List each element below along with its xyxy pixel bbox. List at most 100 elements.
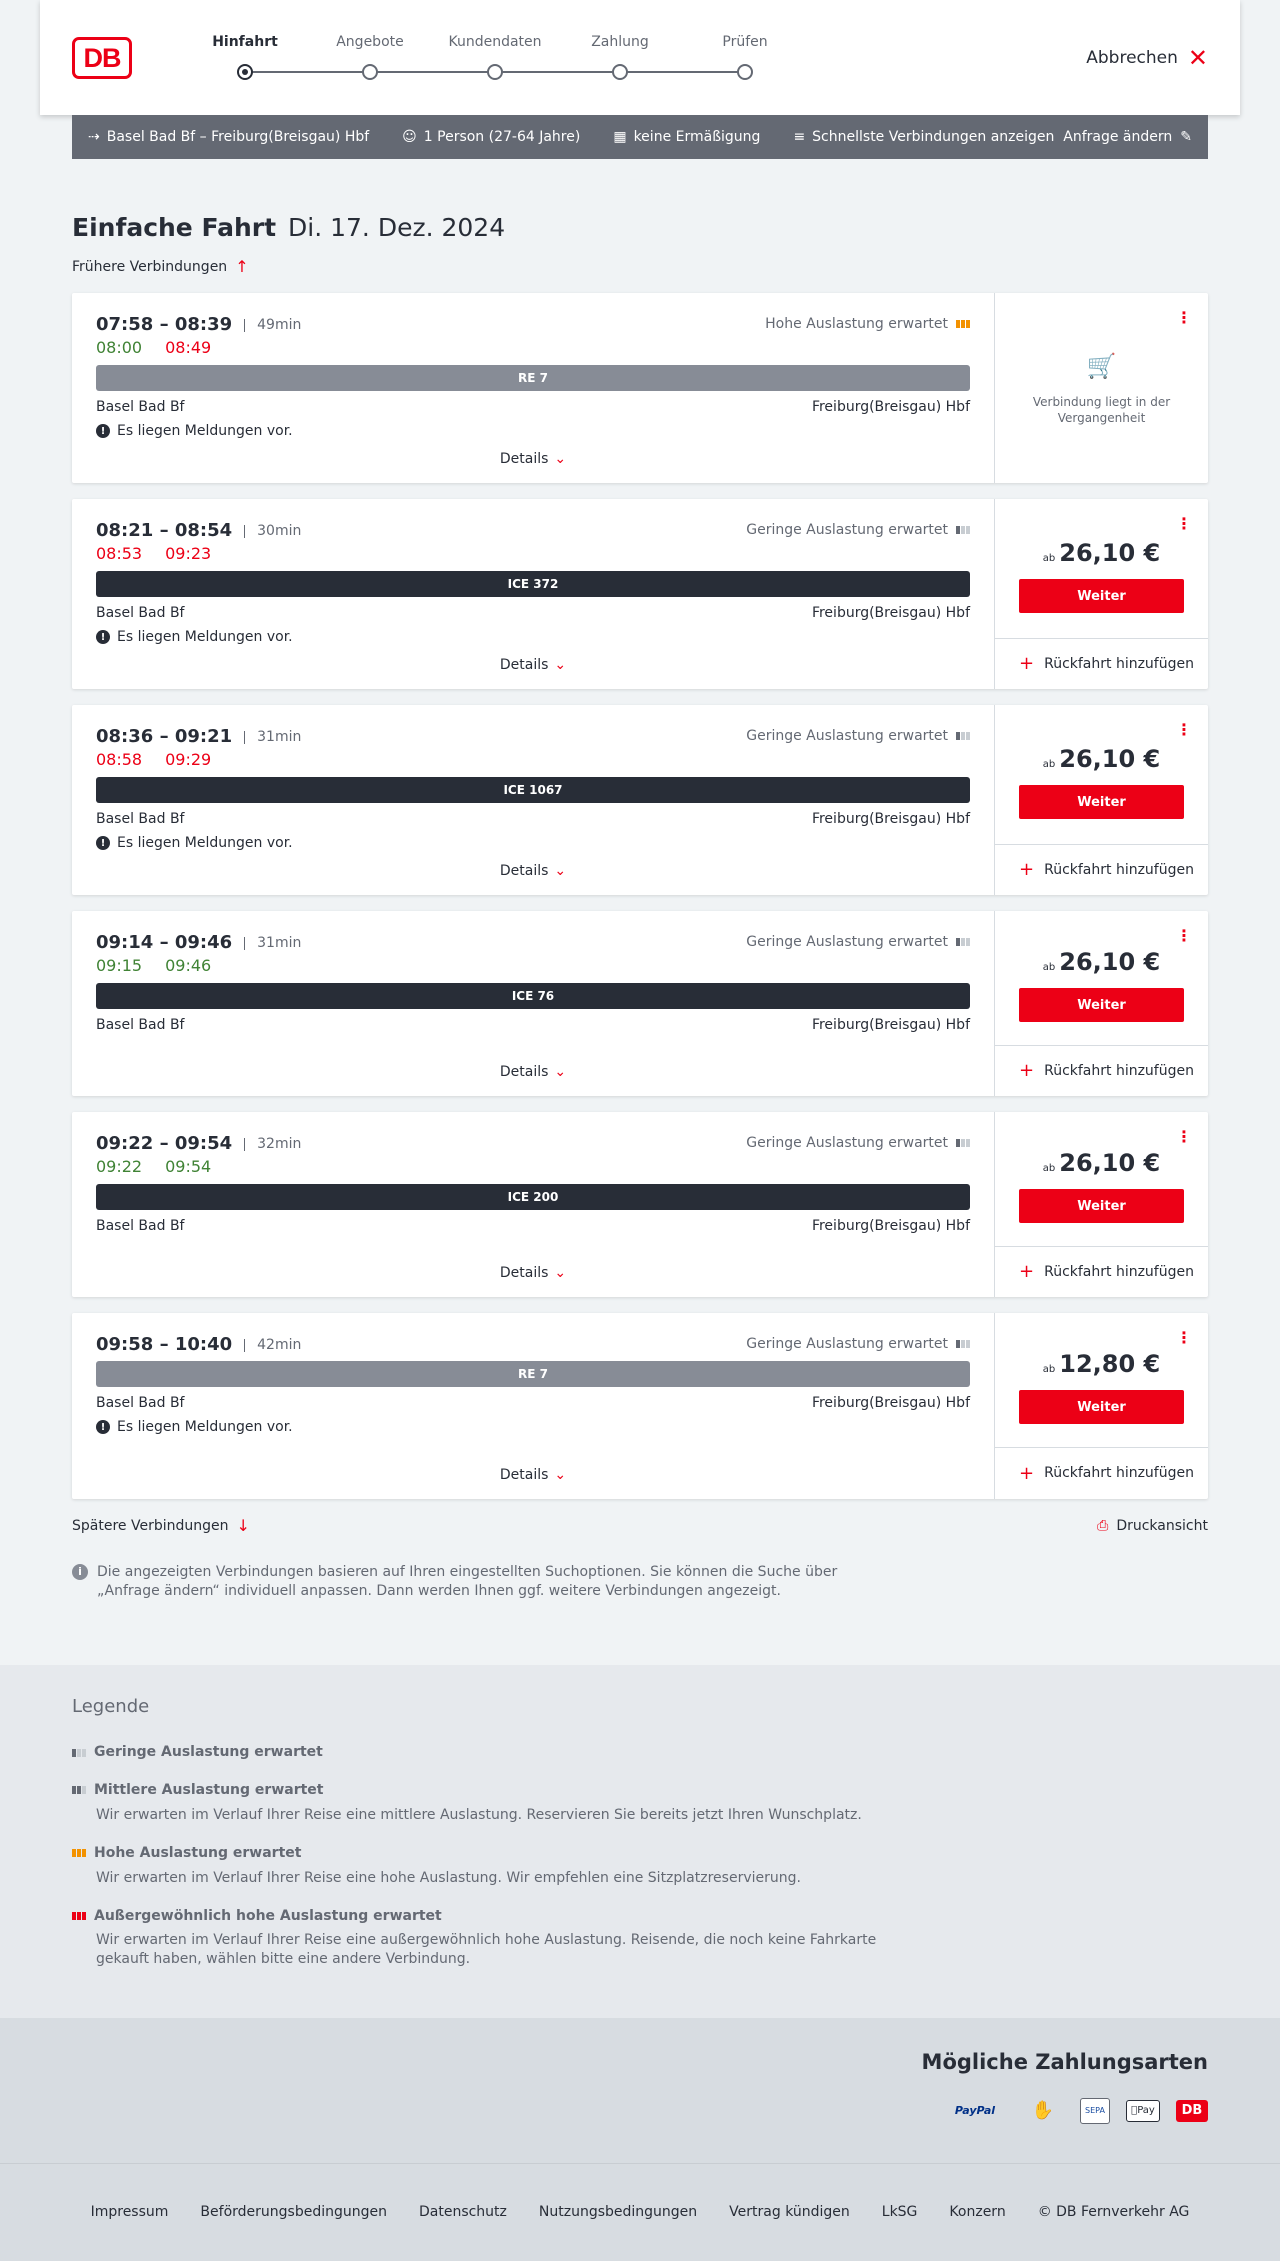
print-view-button[interactable]: ⎙ Druckansicht <box>1097 1517 1208 1536</box>
footer-link[interactable]: Datenschutz <box>419 2203 507 2222</box>
planned-times: 09:14 – 09:46 31min <box>96 931 301 955</box>
occupancy-icon <box>956 938 970 947</box>
add-return-trip-button[interactable]: + Rückfahrt hinzufügen <box>995 1247 1208 1297</box>
add-return-trip-button[interactable]: + Rückfahrt hinzufügen <box>995 1046 1208 1096</box>
connection-main[interactable]: 09:58 – 10:40 42min Geringe Auslastung erw… <box>72 1313 994 1499</box>
footer-link[interactable]: Nutzungsbedingungen <box>539 2203 697 2222</box>
message-notice[interactable]: ! Es liegen Meldungen vor. <box>96 422 293 441</box>
weiter-button[interactable]: Weiter <box>1019 1390 1184 1424</box>
train-bar[interactable]: ICE 1067 <box>96 777 970 803</box>
price: ab 26,10 € <box>995 743 1208 775</box>
occupancy-text: Geringe Auslastung erwartet <box>746 1336 948 1352</box>
weiter-button[interactable]: Weiter <box>1019 1189 1184 1223</box>
realtime-times: 08:58 09:29 <box>96 749 211 771</box>
footer-link[interactable]: Vertrag kündigen <box>729 2203 850 2222</box>
connection-main[interactable]: 09:14 – 09:46 31min 09:15 09:46 Geringe Ausl… <box>72 911 994 1096</box>
footer-link[interactable]: Impressum <box>91 2203 169 2222</box>
add-return-trip-button[interactable]: + Rückfahrt hinzufügen <box>995 845 1208 895</box>
planned-times: 08:36 – 09:21 31min <box>96 725 301 749</box>
add-return-trip-button[interactable]: + Rückfahrt hinzufügen <box>995 639 1208 689</box>
cancel-button[interactable]: Abbrechen ✕ <box>1086 46 1208 70</box>
message-notice[interactable]: ! Es liegen Meldungen vor. <box>96 628 293 647</box>
origin-station: Basel Bad Bf <box>96 811 185 827</box>
arrow-down-icon: ↓ <box>236 1515 250 1535</box>
step-label: Hinfahrt <box>212 34 278 50</box>
offer-panel: ⋮ ab 26,10 € Weiter + Rückfahrt hinzufügen <box>994 911 1208 1096</box>
weiter-button[interactable]: Weiter <box>1019 988 1184 1022</box>
more-options-icon[interactable]: ⋮ <box>1176 307 1192 329</box>
footer-link[interactable]: LkSG <box>882 2203 918 2222</box>
plus-icon: + <box>1019 1060 1035 1081</box>
connection-card: 09:14 – 09:46 31min 09:15 09:46 Geringe Ausl… <box>72 911 1208 1096</box>
departure-arrival: 08:36 – 09:21 <box>96 726 233 747</box>
origin-station: Basel Bad Bf <box>96 399 185 415</box>
db-logo[interactable]: DB <box>72 37 132 79</box>
step-hinfahrt[interactable]: Hinfahrt <box>190 33 300 80</box>
occupancy-bar <box>72 1748 76 1757</box>
passenger-summary[interactable]: ☺ 1 Person (27-64 Jahre) <box>402 128 580 147</box>
plus-icon: + <box>1019 1462 1035 1484</box>
stations-row: Basel Bad Bf Freiburg(Breisgau) Hbf <box>96 398 970 417</box>
realtime-departure: 08:00 <box>96 338 143 357</box>
message-notice[interactable]: ! Es liegen Meldungen vor. <box>96 834 293 853</box>
arrow-up-icon: ↑ <box>235 257 249 276</box>
occupancy-bar <box>966 938 970 947</box>
footer-link[interactable]: Beförderungsbedingungen <box>200 2203 387 2222</box>
details-toggle[interactable]: Details ⌄ <box>72 1466 994 1485</box>
price-amount: 26,10 € <box>1059 539 1161 567</box>
connection-main[interactable]: 09:22 – 09:54 32min 09:22 09:54 Geringe Ausl… <box>72 1112 994 1297</box>
shopping-cart-icon: 🛒 <box>1086 351 1117 380</box>
add-return-trip-button[interactable]: + Rückfahrt hinzufügen <box>995 1448 1208 1499</box>
train-bar[interactable]: RE 7 <box>96 1361 970 1387</box>
occupancy-bar <box>72 1849 76 1858</box>
step-pruefen[interactable]: Prüfen <box>690 33 800 80</box>
step-label: Angebote <box>336 34 404 50</box>
route-summary[interactable]: ⇢ Basel Bad Bf – Freiburg(Breisgau) Hbf <box>88 128 369 147</box>
edit-query-button[interactable]: Anfrage ändern ✎ <box>1063 115 1192 159</box>
price-amount: 26,10 € <box>1059 745 1161 773</box>
connection-main[interactable]: 07:58 – 08:39 49min 08:00 08:49 Hohe Auslast… <box>72 293 994 483</box>
person-icon: ☺ <box>402 128 417 145</box>
connection-main[interactable]: 08:21 – 08:54 30min 08:53 09:23 Geringe Ausl… <box>72 499 994 689</box>
details-toggle[interactable]: Details ⌄ <box>72 862 994 881</box>
duration: 30min <box>244 524 301 538</box>
message-notice[interactable]: ! Es liegen Meldungen vor. <box>96 1418 293 1437</box>
details-label: Details <box>499 863 549 879</box>
train-bar[interactable]: RE 7 <box>96 365 970 391</box>
connection-card: 08:36 – 09:21 31min 08:58 09:29 Geringe Ausl… <box>72 705 1208 895</box>
details-toggle[interactable]: Details ⌄ <box>72 656 994 675</box>
add-return-label: Rückfahrt hinzufügen <box>1044 861 1194 878</box>
duration: 31min <box>244 936 301 950</box>
occupancy-bar <box>82 1911 86 1920</box>
occupancy-text: Geringe Auslastung erwartet <box>746 522 948 538</box>
step-zahlung[interactable]: Zahlung <box>565 33 675 80</box>
fastest-toggle[interactable]: ≡ Schnellste Verbindungen anzeigen <box>793 128 1054 147</box>
weiter-button[interactable]: Weiter <box>1019 785 1184 819</box>
occupancy-bar <box>77 1911 81 1920</box>
later-connections-link[interactable]: Spätere Verbindungen ↓ <box>72 1517 250 1536</box>
weiter-button[interactable]: Weiter <box>1019 579 1184 613</box>
discount-summary[interactable]: ▦ keine Ermäßigung <box>613 128 760 147</box>
add-return-label: Rückfahrt hinzufügen <box>1044 655 1194 672</box>
occupancy-icon <box>956 732 970 741</box>
price-box: ab 26,10 € Weiter <box>995 911 1208 1046</box>
warning-icon: ! <box>96 630 110 645</box>
train-bar[interactable]: ICE 200 <box>96 1184 970 1210</box>
occupancy-indicator: Geringe Auslastung erwartet <box>746 933 970 952</box>
realtime-arrival: 08:49 <box>165 338 212 357</box>
occupancy-bar <box>966 526 970 535</box>
message-text: Es liegen Meldungen vor. <box>117 629 293 645</box>
train-bar[interactable]: ICE 372 <box>96 571 970 597</box>
footer-link[interactable]: Konzern <box>949 2203 1005 2222</box>
step-angebote[interactable]: Angebote <box>315 33 425 80</box>
earlier-connections-link[interactable]: Frühere Verbindungen ↑ <box>72 257 1208 277</box>
realtime-departure: 09:22 <box>96 1157 143 1176</box>
trip-type: Einfache Fahrt <box>72 213 277 242</box>
train-bar[interactable]: ICE 76 <box>96 983 970 1009</box>
details-toggle[interactable]: Details ⌄ <box>72 1264 994 1283</box>
details-toggle[interactable]: Details ⌄ <box>72 450 994 469</box>
connection-main[interactable]: 08:36 – 09:21 31min 08:58 09:29 Geringe Ausl… <box>72 705 994 895</box>
details-toggle[interactable]: Details ⌄ <box>72 1063 994 1082</box>
step-kundendaten[interactable]: Kundendaten <box>440 33 550 80</box>
occupancy-mid-icon <box>72 1786 86 1795</box>
